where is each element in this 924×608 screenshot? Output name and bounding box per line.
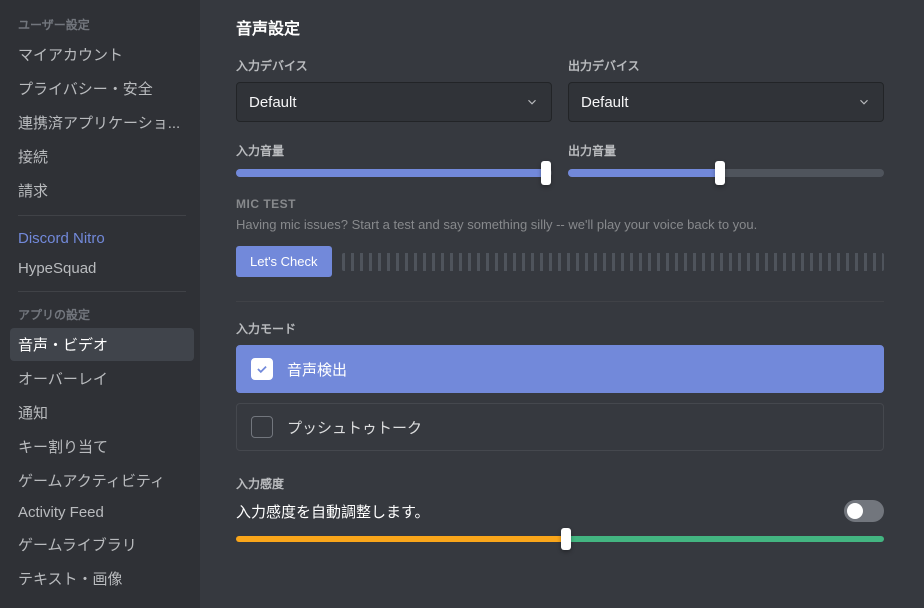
- input-device-label: 入力デバイス: [236, 57, 552, 74]
- output-device-label: 出力デバイス: [568, 57, 884, 74]
- toggle-knob: [847, 503, 863, 519]
- input-device-value: Default: [249, 94, 297, 111]
- input-mode-label: 入力モード: [236, 320, 884, 337]
- input-volume-label: 入力音量: [236, 142, 552, 159]
- sidebar-item[interactable]: Activity Feed: [10, 498, 194, 527]
- input-volume-slider[interactable]: [236, 169, 552, 177]
- auto-sensitivity-text: 入力感度を自動調整します。: [236, 501, 430, 522]
- sidebar-item[interactable]: テキスト・画像: [10, 562, 194, 595]
- page-title: 音声設定: [236, 15, 884, 39]
- mode-label: 音声検出: [287, 359, 347, 380]
- mode-label: プッシュトゥトーク: [287, 417, 422, 438]
- sidebar-item[interactable]: 接続: [10, 140, 194, 173]
- output-volume-label: 出力音量: [568, 142, 884, 159]
- input-mode-voice-activity[interactable]: 音声検出: [236, 345, 884, 393]
- sidebar-divider: [18, 291, 186, 292]
- sidebar-item[interactable]: キー割り当て: [10, 430, 194, 463]
- checkbox-unchecked-icon: [251, 416, 273, 438]
- chevron-down-icon: [525, 95, 539, 109]
- sidebar-divider: [18, 215, 186, 216]
- section-divider: [236, 301, 884, 302]
- sidebar-item[interactable]: 連携済アプリケーショ...: [10, 106, 194, 139]
- chevron-down-icon: [857, 95, 871, 109]
- sidebar-item[interactable]: ゲームライブラリ: [10, 528, 194, 561]
- checkbox-checked-icon: [251, 358, 273, 380]
- sidebar-item[interactable]: 請求: [10, 174, 194, 207]
- sidebar-item[interactable]: オーバーレイ: [10, 362, 194, 395]
- sidebar-item[interactable]: 音声・ビデオ: [10, 328, 194, 361]
- sidebar-item-nitro[interactable]: Discord Nitro: [10, 224, 194, 253]
- sidebar-header-user: ユーザー設定: [10, 10, 194, 37]
- sidebar-item[interactable]: 通知: [10, 396, 194, 429]
- input-device-select[interactable]: Default: [236, 82, 552, 122]
- sidebar: ユーザー設定 マイアカウントプライバシー・安全連携済アプリケーショ...接続請求…: [0, 0, 200, 608]
- mic-test-label: MIC TEST: [236, 197, 884, 211]
- output-volume-slider[interactable]: [568, 169, 884, 177]
- slider-thumb[interactable]: [561, 528, 571, 550]
- input-sensitivity-label: 入力感度: [236, 475, 884, 492]
- sensitivity-slider[interactable]: [236, 536, 884, 542]
- sidebar-item[interactable]: マイアカウント: [10, 38, 194, 71]
- mic-test-desc: Having mic issues? Start a test and say …: [236, 217, 884, 232]
- output-device-value: Default: [581, 94, 629, 111]
- slider-thumb[interactable]: [715, 161, 725, 185]
- lets-check-button[interactable]: Let's Check: [236, 246, 332, 277]
- input-mode-push-to-talk[interactable]: プッシュトゥトーク: [236, 403, 884, 451]
- sidebar-header-app: アプリの設定: [10, 300, 194, 327]
- mic-level-meter: [342, 253, 884, 271]
- sidebar-item[interactable]: ゲームアクティビティ: [10, 464, 194, 497]
- output-device-select[interactable]: Default: [568, 82, 884, 122]
- auto-sensitivity-toggle[interactable]: [844, 500, 884, 522]
- sidebar-item[interactable]: プライバシー・安全: [10, 72, 194, 105]
- sidebar-item-hypesquad[interactable]: HypeSquad: [10, 254, 194, 283]
- slider-thumb[interactable]: [541, 161, 551, 185]
- main-content: 音声設定 入力デバイス Default 出力デバイス Default 入力音量: [200, 0, 924, 608]
